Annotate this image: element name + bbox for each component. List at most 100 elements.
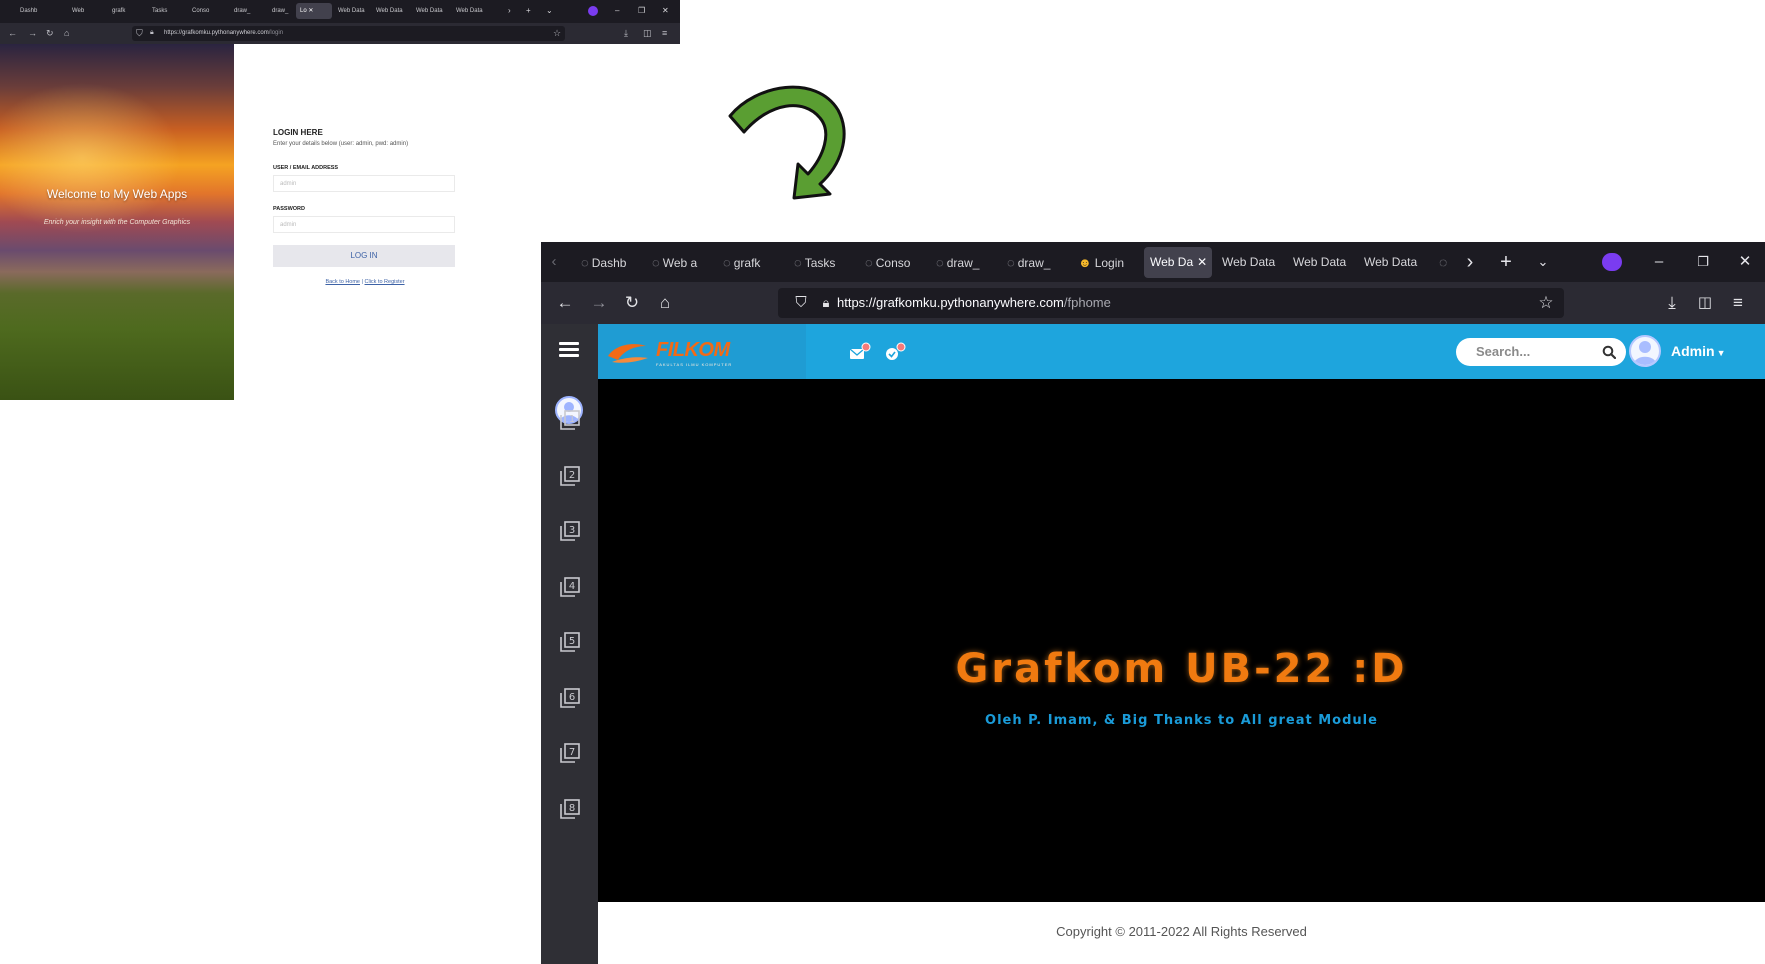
tab[interactable]: Web Data [1358, 247, 1424, 278]
back-home-link[interactable]: Back to Home [325, 279, 360, 285]
sidebar-icon[interactable]: ◫ [643, 26, 652, 40]
tab[interactable]: Conso [192, 3, 214, 19]
sidebar-icon[interactable]: ◫ [1690, 282, 1720, 324]
web-app: 1 2 3 4 5 6 7 8 FILKOM FAKULTAS ILMU KOM… [541, 324, 1765, 964]
password-input[interactable]: admin [273, 216, 455, 233]
home-icon[interactable]: ⌂ [650, 282, 680, 324]
brand-name: FILKOM [656, 339, 730, 361]
restore-icon[interactable]: ❐ [1688, 242, 1718, 282]
tab[interactable]: Web Data [1216, 247, 1282, 278]
tab[interactable]: ◌ draw_ [1001, 247, 1063, 278]
bookmark-star-icon[interactable]: ☆ [1531, 282, 1561, 324]
tab[interactable]: Web Data [1287, 247, 1353, 278]
sidebar: 1 2 3 4 5 6 7 8 [541, 324, 598, 964]
reload-icon[interactable]: ↻ [617, 282, 647, 324]
new-tab-icon[interactable]: + [1494, 242, 1518, 282]
hero-subtitle: Enrich your insight with the Computer Gr… [43, 219, 191, 226]
tab[interactable]: Web [72, 3, 90, 19]
minimize-icon[interactable]: – [615, 3, 619, 19]
user-label: USER / EMAIL ADDRESS [273, 165, 339, 171]
tab[interactable]: ◌ draw_ [930, 247, 992, 278]
home-icon[interactable]: ⌂ [64, 26, 69, 40]
tab[interactable]: Web Data [338, 3, 368, 19]
bookmark-star-icon[interactable]: ☆ [553, 26, 561, 40]
search-icon[interactable] [1602, 345, 1616, 359]
tab[interactable]: draw_ [272, 3, 290, 19]
new-tab-icon[interactable]: + [526, 3, 531, 19]
globe-icon: ◌ [794, 255, 802, 270]
mail-icon[interactable] [848, 342, 871, 362]
tab[interactable]: ◌ Conso [859, 247, 921, 278]
menu-icon[interactable]: ≡ [1723, 282, 1753, 324]
download-icon[interactable]: ⤓ [1657, 282, 1687, 324]
main-subtitle: Oleh P. Imam, & Big Thanks to All great … [985, 713, 1378, 728]
navigation-bar: ← → ↻ ⌂ ⛉ 🔒︎ https://grafkomku.pythonany… [0, 23, 680, 44]
menu-item-2[interactable]: 2 [559, 465, 581, 487]
menu-item-5[interactable]: 5 [559, 631, 581, 653]
close-window-icon[interactable]: ✕ [1730, 242, 1760, 282]
close-icon[interactable]: ✕ [308, 8, 313, 14]
tab[interactable]: grafk [112, 3, 134, 19]
forward-icon[interactable]: → [584, 282, 614, 324]
url-text[interactable]: https://grafkomku.pythonanywhere.com/log… [164, 26, 283, 41]
tab[interactable]: ◌ Dashb [575, 247, 637, 278]
home-browser-window: ‹ ◌ Dashb ◌ Web a ◌ grafk ◌ Tasks ◌ Conso ◌ dr… [541, 242, 1765, 964]
user-name: Admin [1671, 343, 1715, 359]
tab[interactable]: Tasks [152, 3, 174, 19]
tab-active[interactable]: Web Da ✕ [1144, 247, 1212, 278]
lock-icon[interactable]: 🔒︎ [150, 26, 154, 40]
register-link[interactable]: Click to Register [365, 279, 405, 285]
tab[interactable]: ☻ Login [1072, 247, 1140, 278]
menu-item-6[interactable]: 6 [559, 687, 581, 709]
numbered-square-icon: 7 [560, 743, 580, 763]
numbered-square-icon: 6 [560, 688, 580, 708]
tab[interactable]: ◌ grafk [717, 247, 779, 278]
menu-number: 8 [569, 803, 575, 814]
tab[interactable]: ◌ Web a [646, 247, 708, 278]
minimize-icon[interactable]: – [1644, 242, 1674, 282]
tab-bar: Dashb Web grafk Tasks Conso draw_ draw_ … [0, 0, 680, 23]
tab[interactable]: draw_ [234, 3, 252, 19]
tab-list-icon[interactable]: ⌄ [1531, 242, 1555, 282]
hamburger-menu-icon[interactable] [559, 342, 579, 358]
shield-icon[interactable]: ⛉ [136, 26, 143, 40]
user-menu[interactable]: Admin ▼ [1671, 324, 1725, 381]
tab-list-icon[interactable]: ⌄ [546, 3, 553, 19]
globe-icon: ◌ [936, 255, 944, 270]
menu-number: 1 [569, 414, 575, 425]
url-text[interactable]: https://grafkomku.pythonanywhere.com/fph… [837, 288, 1111, 318]
user-icon [1633, 341, 1657, 365]
user-avatar[interactable] [1629, 335, 1661, 367]
tasks-check-icon[interactable] [884, 342, 906, 362]
tab-active[interactable]: Lo ✕ [296, 3, 332, 19]
menu-item-1[interactable]: 1 [559, 409, 581, 431]
menu-item-8[interactable]: 8 [559, 798, 581, 820]
tabs-scroll-right-icon[interactable]: › [508, 3, 511, 19]
close-window-icon[interactable]: ✕ [662, 3, 669, 19]
tabs-scroll-right-icon[interactable]: › [1458, 242, 1482, 282]
search-input[interactable]: Search... [1456, 338, 1626, 366]
reload-icon[interactable]: ↻ [46, 26, 54, 40]
login-button[interactable]: LOG IN [273, 245, 455, 267]
tabs-scroll-left-icon[interactable]: ‹ [545, 242, 563, 282]
download-icon[interactable]: ⤓ [624, 26, 628, 40]
menu-item-4[interactable]: 4 [559, 576, 581, 598]
user-input[interactable]: admin [273, 175, 455, 192]
forward-icon[interactable]: → [28, 26, 37, 40]
tab[interactable]: Web Data [416, 3, 446, 19]
restore-icon[interactable]: ❐ [638, 3, 645, 19]
close-icon[interactable]: ✕ [1197, 255, 1207, 269]
back-icon[interactable]: ← [550, 282, 580, 324]
menu-item-7[interactable]: 7 [559, 742, 581, 764]
tab[interactable]: ◌ Tasks [788, 247, 850, 278]
tab[interactable]: Web Data [456, 3, 486, 19]
tab[interactable]: Web Data [376, 3, 406, 19]
main-canvas: Grafkom UB-22 :D Oleh P. Imam, & Big Tha… [598, 379, 1765, 902]
tab[interactable]: Dashb [20, 3, 46, 19]
brand-logo[interactable]: FILKOM FAKULTAS ILMU KOMPUTER [598, 324, 806, 379]
menu-icon[interactable]: ≡ [662, 26, 667, 40]
menu-item-3[interactable]: 3 [559, 520, 581, 542]
url-host: https://grafkomku.pythonanywhere.com [164, 30, 269, 36]
back-icon[interactable]: ← [8, 26, 17, 40]
copyright-text: Copyright © 2011-2022 All Rights Reserve… [1056, 924, 1307, 939]
